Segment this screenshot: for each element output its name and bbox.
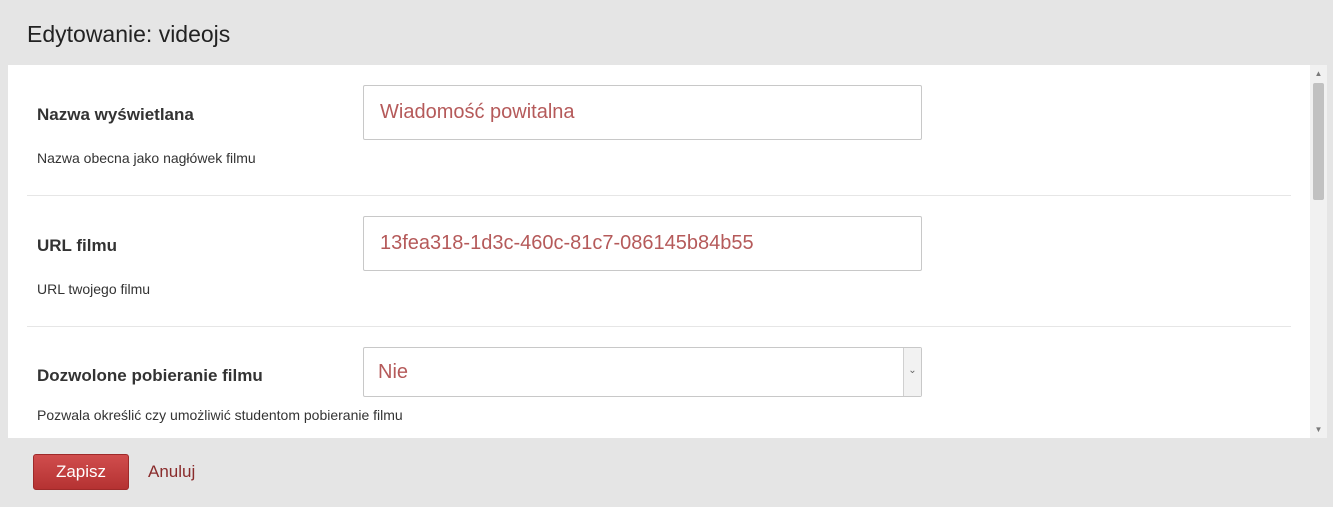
dialog-title: Edytowanie: videojs [27, 21, 231, 47]
video-url-label: URL filmu [37, 236, 117, 255]
allow-download-help: Pozwala określić czy umożliwić studentom… [37, 407, 403, 423]
video-url-help: URL twojego filmu [37, 281, 151, 297]
display-name-help: Nazwa obecna jako nagłówek filmu [37, 150, 256, 166]
video-url-input[interactable]: 13fea318-1d3c-460c-81c7-086145b84b55 [363, 216, 922, 271]
chevron-down-icon[interactable]: ⌄ [903, 348, 921, 396]
field-divider [27, 326, 1291, 327]
display-name-label: Nazwa wyświetlana [37, 105, 194, 124]
scrollbar-thumb[interactable] [1313, 83, 1324, 200]
dialog-body: Nazwa wyświetlana Nazwa obecna jako nagł… [8, 65, 1327, 438]
field-divider [27, 195, 1291, 196]
arrow-up-icon[interactable]: ▲ [1310, 65, 1327, 82]
allow-download-label: Dozwolone pobieranie filmu [37, 366, 263, 385]
allow-download-select[interactable]: Nie ⌄ [363, 347, 922, 397]
save-button[interactable]: Zapisz [33, 454, 129, 490]
dialog-scrollbar[interactable]: ▲ ▼ [1310, 65, 1327, 438]
display-name-input[interactable]: Wiadomość powitalna [363, 85, 922, 140]
allow-download-selected-value: Nie [378, 361, 409, 383]
dialog-footer: Zapisz Anuluj [0, 438, 1333, 507]
cancel-button[interactable]: Anuluj [148, 454, 195, 490]
dialog-header: Edytowanie: videojs [0, 0, 1333, 65]
arrow-down-icon[interactable]: ▼ [1310, 421, 1327, 438]
